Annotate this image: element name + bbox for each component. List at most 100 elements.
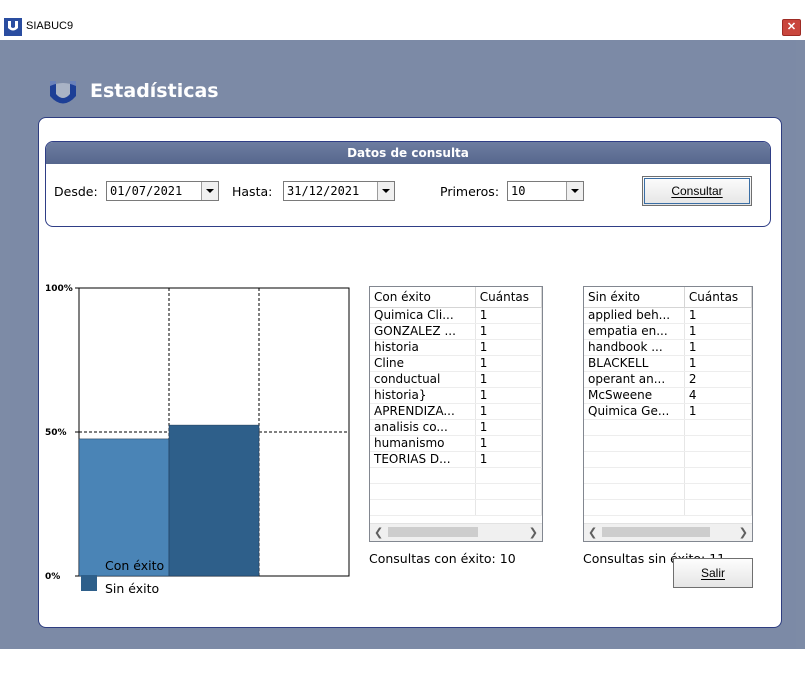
hasta-date-value: 31/12/2021 xyxy=(287,184,360,198)
table-row[interactable]: empatia en... 1 xyxy=(584,323,752,340)
scrollbar-thumb[interactable] xyxy=(388,527,478,537)
close-button[interactable]: ✕ xyxy=(782,19,801,36)
empty-cell xyxy=(370,467,476,484)
table-row[interactable]: McSweene 4 xyxy=(584,387,752,404)
legend-swatch-sin-exito xyxy=(81,575,97,591)
success-table[interactable]: Con éxito Cuántas Quimica Cli... 1 GONZALE… xyxy=(369,286,543,542)
page-title: Estadísticas xyxy=(90,80,219,102)
chevron-down-icon[interactable] xyxy=(377,182,394,200)
estadisticas-logo-icon xyxy=(50,81,76,104)
table-row[interactable]: historia 1 xyxy=(370,339,542,356)
scroll-right-icon[interactable]: ❯ xyxy=(739,526,748,539)
title-cell: BLACKELL xyxy=(584,355,685,372)
count-cell: 2 xyxy=(684,371,752,388)
legend-label-sin-exito: Sin éxito xyxy=(105,581,160,596)
count-cell: 1 xyxy=(475,371,542,388)
table-row[interactable]: applied beh... 1 xyxy=(584,307,752,324)
success-chart: 100% 50% 0% xyxy=(45,284,350,582)
chart-ytick-label: 100% xyxy=(45,284,73,294)
empty-cell xyxy=(584,499,685,516)
title-cell: McSweene xyxy=(584,387,685,404)
table-row[interactable]: handbook ... 1 xyxy=(584,339,752,356)
chart-ytick-label: 0% xyxy=(45,572,60,582)
chart-ytick-label: 50% xyxy=(45,428,67,438)
column-header-cuantas[interactable]: Cuántas xyxy=(475,287,542,308)
empty-cell xyxy=(475,467,542,484)
success-table-scrollbar[interactable]: ❮ ❯ xyxy=(370,523,542,541)
column-header-con-exito[interactable]: Con éxito xyxy=(370,287,476,308)
query-box: Datos de consulta Desde: 01/07/2021 Hast… xyxy=(45,141,771,227)
empty-cell xyxy=(684,483,752,500)
legend-swatch-con-exito xyxy=(81,553,97,569)
empty-cell xyxy=(475,499,542,516)
empty-cell xyxy=(584,435,685,452)
empty-cell xyxy=(584,483,685,500)
count-cell: 1 xyxy=(684,323,752,340)
empty-cell xyxy=(584,419,685,436)
table-row[interactable]: historia} 1 xyxy=(370,387,542,404)
column-header-sin-exito[interactable]: Sin éxito xyxy=(584,287,685,308)
desde-date-combo[interactable]: 01/07/2021 xyxy=(106,181,219,201)
count-cell: 4 xyxy=(684,387,752,404)
success-table-grid: Con éxito Cuántas Quimica Cli... 1 GONZALE… xyxy=(370,287,542,516)
empty-cell xyxy=(475,483,542,500)
scroll-right-icon[interactable]: ❯ xyxy=(529,526,538,539)
title-cell: analisis co... xyxy=(370,419,476,436)
empty-cell xyxy=(684,467,752,484)
query-box-title: Datos de consulta xyxy=(46,142,770,164)
fail-table-scrollbar[interactable]: ❮ ❯ xyxy=(584,523,752,541)
table-row[interactable]: TEORIAS D... 1 xyxy=(370,451,542,468)
legend-label-con-exito: Con éxito xyxy=(105,558,165,573)
table-row[interactable]: operant an... 2 xyxy=(584,371,752,388)
success-count-label: Consultas con éxito: 10 xyxy=(369,551,516,566)
title-cell: historia} xyxy=(370,387,476,404)
hasta-date-combo[interactable]: 31/12/2021 xyxy=(283,181,395,201)
empty-cell xyxy=(684,499,752,516)
table-row[interactable]: Quimica Cli... 1 xyxy=(370,307,542,324)
count-cell: 1 xyxy=(684,339,752,356)
table-row[interactable]: GONZALEZ ... 1 xyxy=(370,323,542,340)
empty-row xyxy=(370,467,542,484)
title-cell: applied beh... xyxy=(584,307,685,324)
consultar-button[interactable]: Consultar xyxy=(642,176,752,206)
primeros-combo[interactable]: 10 xyxy=(507,181,584,201)
empty-cell xyxy=(370,483,476,500)
count-cell: 1 xyxy=(475,355,542,372)
table-row[interactable]: analisis co... 1 xyxy=(370,419,542,436)
chevron-down-icon[interactable] xyxy=(201,182,218,200)
table-row[interactable]: Quimica Ge... 1 xyxy=(584,403,752,420)
column-header-cuantas[interactable]: Cuántas xyxy=(684,287,752,308)
salir-button-label: Salir xyxy=(700,566,725,580)
table-row[interactable]: humanismo 1 xyxy=(370,435,542,452)
empty-row xyxy=(584,435,752,452)
empty-row xyxy=(584,419,752,436)
title-cell: GONZALEZ ... xyxy=(370,323,476,340)
window-title: SIABUC9 xyxy=(26,20,74,32)
title-cell: conductual xyxy=(370,371,476,388)
title-cell: Quimica Cli... xyxy=(370,307,476,324)
scroll-left-icon[interactable]: ❮ xyxy=(588,526,597,539)
empty-cell xyxy=(684,435,752,452)
scrollbar-thumb[interactable] xyxy=(602,527,710,537)
main-frame: Estadísticas Datos de consulta Desde: 01… xyxy=(0,40,805,649)
table-row[interactable]: conductual 1 xyxy=(370,371,542,388)
count-cell: 1 xyxy=(684,355,752,372)
title-cell: TEORIAS D... xyxy=(370,451,476,468)
stats-panel: Datos de consulta Desde: 01/07/2021 Hast… xyxy=(38,117,782,628)
desde-date-value: 01/07/2021 xyxy=(110,184,183,198)
empty-cell xyxy=(584,451,685,468)
chart-bar-sin-exito xyxy=(168,424,260,577)
fail-table-grid: Sin éxito Cuántas applied beh... 1 empatia… xyxy=(584,287,752,516)
title-cell: humanismo xyxy=(370,435,476,452)
fail-table[interactable]: Sin éxito Cuántas applied beh... 1 empatia… xyxy=(583,286,753,542)
chevron-down-icon[interactable] xyxy=(566,182,583,200)
table-row[interactable]: BLACKELL 1 xyxy=(584,355,752,372)
table-row[interactable]: APRENDIZA... 1 xyxy=(370,403,542,420)
salir-button[interactable]: Salir xyxy=(673,558,753,588)
table-row[interactable]: Cline 1 xyxy=(370,355,542,372)
empty-row xyxy=(584,499,752,516)
count-cell: 1 xyxy=(684,307,752,324)
scroll-left-icon[interactable]: ❮ xyxy=(374,526,383,539)
title-cell: historia xyxy=(370,339,476,356)
count-cell: 1 xyxy=(684,403,752,420)
